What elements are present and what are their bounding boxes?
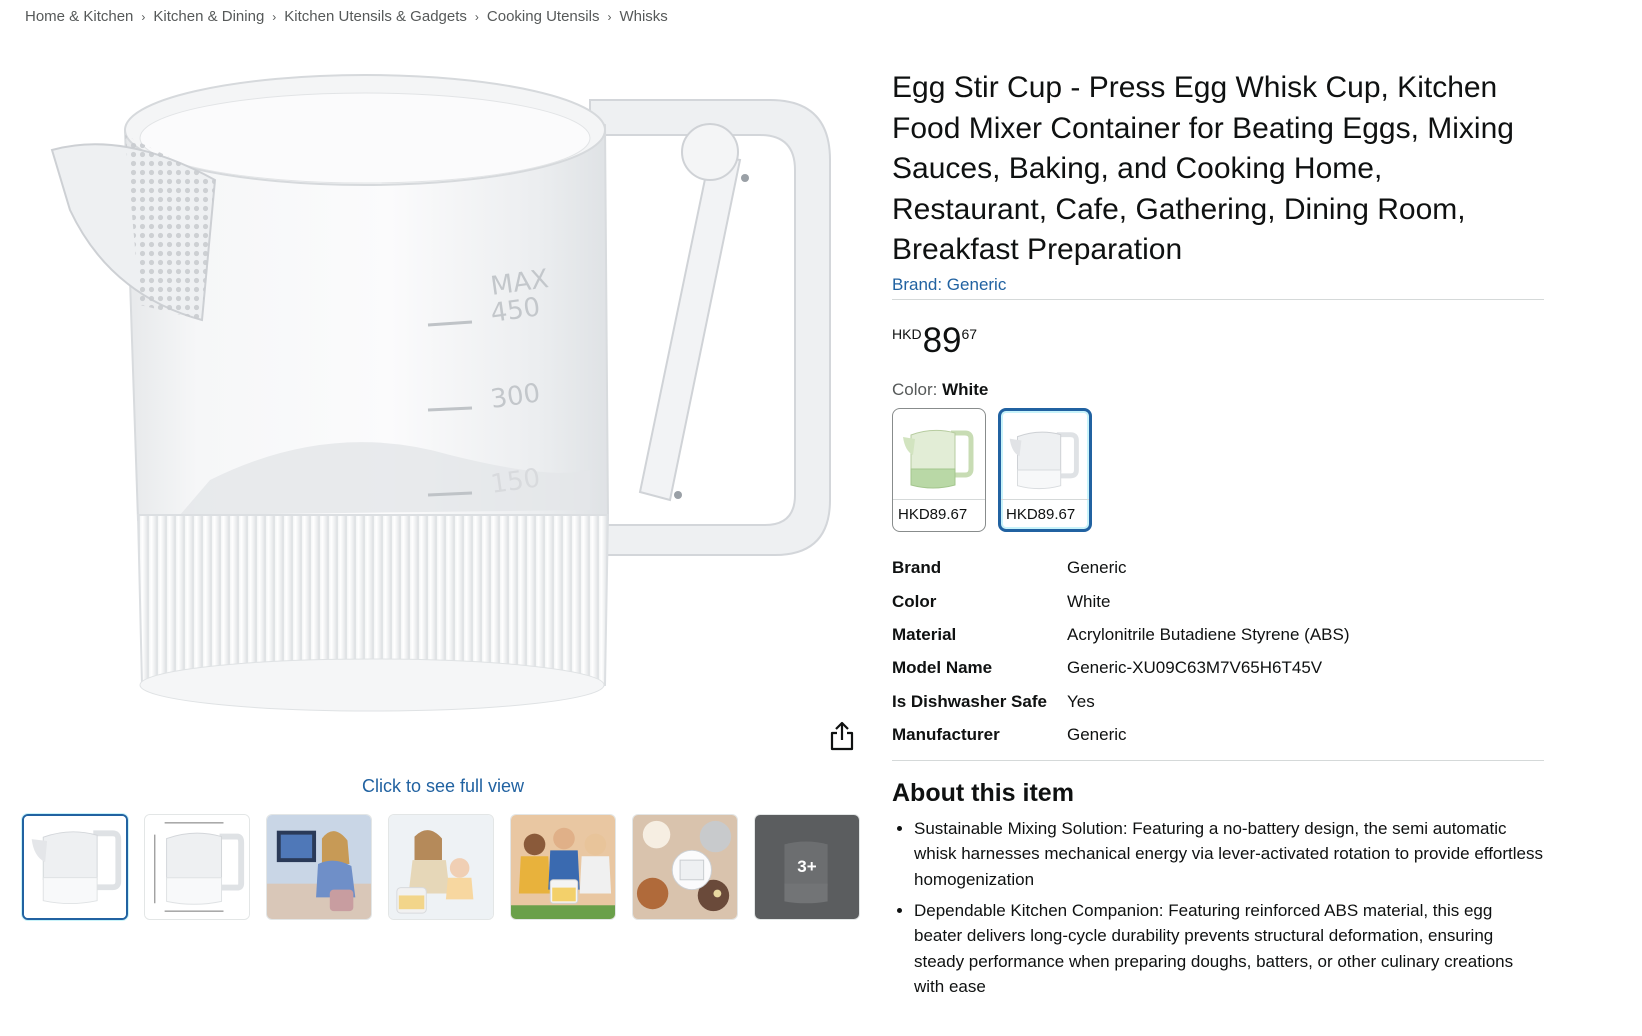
color-selection: Color: White (892, 380, 1544, 400)
thumbnail-strip: 3+ (22, 814, 876, 920)
spec-key: Brand (892, 558, 942, 578)
full-view-link[interactable]: Click to see full view (362, 776, 524, 797)
color-value: White (942, 379, 989, 399)
spec-key: Color (892, 591, 937, 611)
spec-row: Manufacturer Generic (892, 718, 1350, 751)
swatch-green-image (903, 429, 974, 488)
thumbnail-woman-computer-image (267, 815, 371, 919)
breadcrumb: Home & Kitchen › Kitchen & Dining › Kitc… (25, 8, 668, 25)
spec-key: Manufacturer (892, 725, 1000, 745)
swatch-green-price: HKD89.67 (893, 498, 985, 529)
divider (892, 298, 1544, 300)
swatch-white-price: HKD89.67 (1001, 498, 1089, 529)
thumbnail-family-image (389, 815, 493, 919)
spec-key: Material (892, 624, 957, 644)
thumbnail-6[interactable] (632, 814, 738, 920)
color-label: Color: (892, 379, 938, 399)
divider (892, 759, 1544, 761)
egg-stir-cup-image: MAX 450 300 150 (50, 74, 831, 712)
spec-row: Color White (892, 585, 1350, 618)
breadcrumb-kitchen-utensils[interactable]: Kitchen Utensils & Gadgets (284, 8, 467, 25)
thumbnail-3[interactable] (266, 814, 372, 920)
thumbnail-1[interactable] (22, 814, 128, 920)
spec-row: Brand Generic (892, 552, 1350, 585)
color-swatches: HKD89.67 HKD89.67 (892, 407, 1544, 532)
spec-value: Generic (1067, 558, 1127, 578)
spec-value: Yes (1067, 691, 1095, 711)
product-specs-table: Brand Generic Color White Material Acryl… (892, 552, 1350, 752)
about-bullet: Dependable Kitchen Companion: Featuring … (914, 898, 1544, 1000)
swatch-green[interactable]: HKD89.67 (892, 407, 986, 532)
swatch-white[interactable]: HKD89.67 (998, 407, 1092, 532)
thumbnail-dimensions-image (145, 815, 249, 919)
main-product-image[interactable]: MAX 450 300 150 (30, 60, 860, 740)
product-details: Egg Stir Cup - Press Egg Whisk Cup, Kitc… (892, 68, 1544, 1005)
price: HKD 89 67 (892, 320, 1544, 360)
spec-value: White (1067, 591, 1111, 611)
chevron-right-icon: › (141, 9, 146, 24)
swatch-white-image (1009, 431, 1079, 489)
thumbnail-more[interactable]: 3+ (754, 814, 860, 920)
about-bullet: Sustainable Mixing Solution: Featuring a… (914, 816, 1544, 893)
share-button[interactable] (826, 720, 858, 752)
breadcrumb-home-kitchen[interactable]: Home & Kitchen (25, 8, 133, 25)
spec-row: Material Acrylonitrile Butadiene Styrene… (892, 618, 1350, 651)
price-fraction: 67 (961, 325, 978, 342)
price-currency: HKD (892, 325, 922, 342)
spec-row: Model Name Generic-XU09C63M7V65H6T45V (892, 652, 1350, 685)
breadcrumb-cooking-utensils[interactable]: Cooking Utensils (487, 8, 600, 25)
share-icon (830, 721, 854, 751)
about-title: About this item (892, 778, 1074, 807)
thumbnail-friends-image (511, 815, 615, 919)
chevron-right-icon: › (607, 9, 612, 24)
chevron-right-icon: › (272, 9, 277, 24)
about-bullets: Sustainable Mixing Solution: Featuring a… (892, 816, 1544, 1000)
thumbnail-cup-image (24, 816, 126, 918)
thumbnail-4[interactable] (388, 814, 494, 920)
product-title: Egg Stir Cup - Press Egg Whisk Cup, Kitc… (892, 71, 1514, 266)
chevron-right-icon: › (474, 9, 479, 24)
spec-value: Acrylonitrile Butadiene Styrene (ABS) (1067, 624, 1350, 644)
spec-value: Generic (1067, 725, 1127, 745)
breadcrumb-kitchen-dining[interactable]: Kitchen & Dining (153, 8, 264, 25)
brand-link[interactable]: Brand: Generic (892, 275, 1544, 299)
more-images-count: 3+ (797, 857, 817, 876)
thumbnail-5[interactable] (510, 814, 616, 920)
thumbnail-ingredients-image (633, 815, 737, 919)
price-whole: 89 (922, 320, 962, 360)
thumbnail-2[interactable] (144, 814, 250, 920)
spec-row: Is Dishwasher Safe Yes (892, 685, 1350, 718)
breadcrumb-whisks[interactable]: Whisks (619, 8, 667, 25)
spec-key: Model Name (892, 658, 993, 678)
spec-key: Is Dishwasher Safe (892, 691, 1047, 711)
spec-value: Generic-XU09C63M7V65H6T45V (1067, 658, 1323, 678)
